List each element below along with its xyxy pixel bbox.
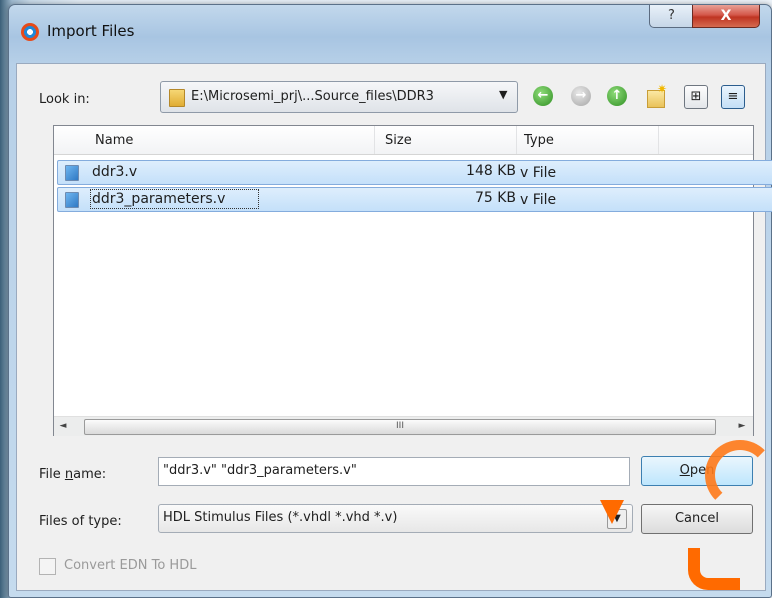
convert-edn-label: Convert EDN To HDL: [64, 558, 197, 573]
column-header-size[interactable]: Size: [385, 133, 412, 148]
dialog-body: Look in: E:\Microsemi_prj\...Source_file…: [16, 63, 772, 591]
file-name-value: "ddr3.v" "ddr3_parameters.v": [163, 463, 357, 478]
help-button[interactable]: ?: [649, 5, 694, 28]
verilog-file-icon: [65, 192, 79, 208]
chevron-down-icon[interactable]: ▼: [499, 88, 507, 101]
watermark-logo: [600, 500, 624, 524]
title-bar[interactable]: Import Files ? X: [9, 5, 771, 55]
file-type: v File: [520, 192, 557, 208]
watermark-logo: [705, 440, 772, 510]
horizontal-scrollbar[interactable]: ◄ III ►: [54, 416, 753, 436]
file-name-label: File name:: [39, 467, 106, 482]
import-files-dialog: Import Files ? X Look in: E:\Microsemi_p…: [8, 4, 772, 598]
scroll-right-icon[interactable]: ►: [735, 419, 749, 433]
file-name-label-mnemonic: n: [64, 467, 74, 482]
sparkle-icon: ✷: [657, 82, 668, 96]
file-name-label-post: ame:: [73, 467, 107, 482]
column-header-name[interactable]: Name: [95, 133, 133, 148]
open-button-mnemonic: O: [679, 463, 690, 478]
list-view-icon[interactable]: ⊞: [684, 85, 708, 109]
verilog-file-icon: [65, 165, 79, 181]
scroll-thumb[interactable]: III: [84, 419, 716, 435]
file-name: ddr3.v: [92, 164, 138, 180]
watermark-logo: [688, 548, 740, 590]
column-divider[interactable]: [516, 126, 517, 154]
new-folder-icon[interactable]: ✷: [645, 82, 668, 108]
window-title: Import Files: [47, 22, 135, 40]
column-divider[interactable]: [658, 126, 659, 154]
look-in-label: Look in:: [39, 92, 90, 107]
file-name: ddr3_parameters.v: [89, 189, 260, 209]
file-type-dropdown[interactable]: HDL Stimulus Files (*.vhdl *.vhd *.v) ▼: [158, 504, 633, 533]
column-header-type[interactable]: Type: [524, 133, 554, 148]
file-name-label-pre: File: [39, 467, 65, 482]
file-row[interactable]: ddr3_parameters.v 75 KB v File: [57, 187, 772, 212]
up-folder-icon[interactable]: ↑: [607, 86, 627, 106]
file-type: v File: [520, 165, 557, 181]
detail-view-icon[interactable]: ≡: [721, 85, 745, 109]
convert-edn-checkbox[interactable]: [39, 558, 56, 575]
file-size: 75 KB: [474, 190, 516, 206]
folder-icon: [169, 89, 185, 107]
column-divider[interactable]: [374, 126, 375, 154]
close-button[interactable]: X: [692, 5, 760, 28]
look-in-dropdown[interactable]: E:\Microsemi_prj\...Source_files\DDR3 ▼: [160, 81, 518, 113]
forward-arrow-icon[interactable]: →: [571, 86, 591, 106]
file-type-value: HDL Stimulus Files (*.vhdl *.vhd *.v): [163, 510, 398, 525]
file-list-header: Name Size Type: [54, 126, 753, 155]
file-size: 148 KB: [466, 163, 516, 179]
file-list[interactable]: Name Size Type ddr3.v 148 KB v File ddr3…: [53, 125, 772, 436]
file-type-label: Files of type:: [39, 514, 122, 529]
app-logo-icon: [21, 23, 39, 41]
file-row[interactable]: ddr3.v 148 KB v File: [57, 160, 772, 185]
look-in-path: E:\Microsemi_prj\...Source_files\DDR3: [191, 89, 434, 104]
scroll-left-icon[interactable]: ◄: [56, 419, 70, 433]
file-name-field[interactable]: "ddr3.v" "ddr3_parameters.v": [158, 457, 630, 486]
back-arrow-icon[interactable]: ←: [533, 86, 553, 106]
